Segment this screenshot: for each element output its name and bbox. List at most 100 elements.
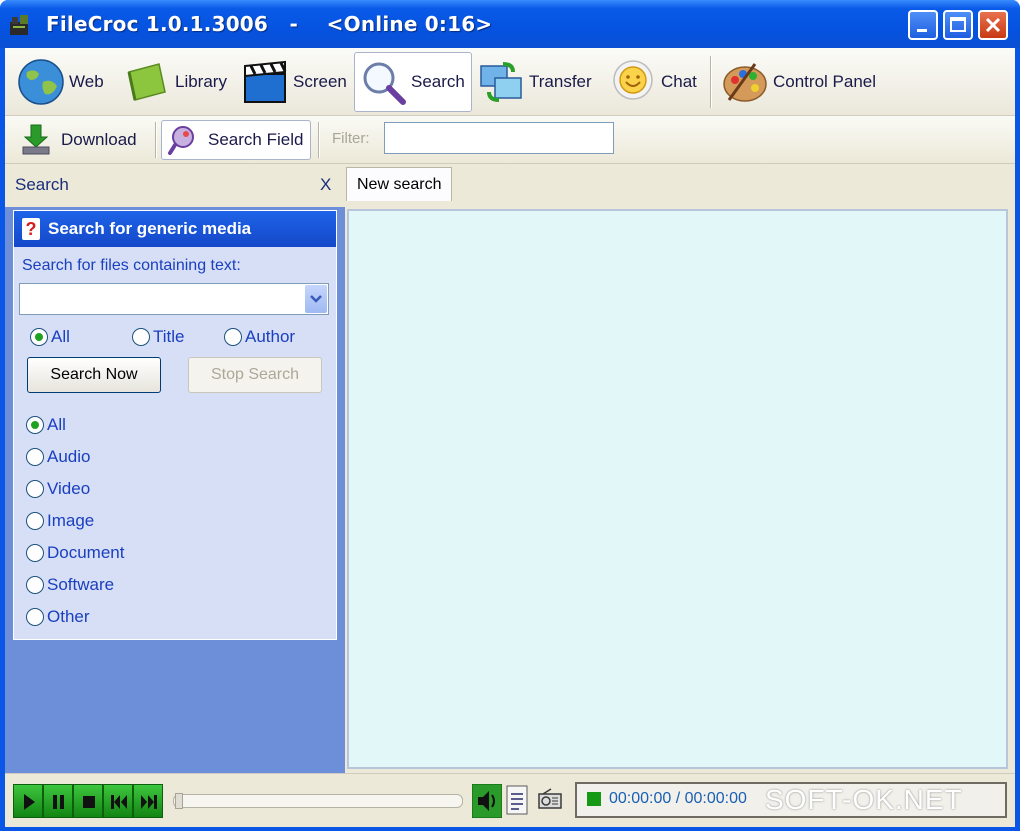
client-area: Web Library Screen Search Transfer Chat … xyxy=(5,48,1015,827)
radio-icon xyxy=(132,328,150,346)
toolbar-web-button[interactable]: Web xyxy=(17,52,104,112)
combobox-dropdown-button[interactable] xyxy=(305,285,327,313)
app-window: FileCroc 1.0.1.3006 - <Online 0:16> Web xyxy=(0,0,1020,831)
toolbar-label: Transfer xyxy=(529,72,592,91)
download-label: Download xyxy=(61,130,137,149)
transfer-icon xyxy=(480,62,522,102)
radio-icon xyxy=(26,544,44,562)
search-field-button[interactable]: Search Field xyxy=(161,120,311,160)
previous-button[interactable] xyxy=(103,784,133,818)
media-audio-label: Audio xyxy=(47,447,91,466)
title-bar[interactable]: FileCroc 1.0.1.3006 - <Online 0:16> xyxy=(0,0,1020,48)
media-image-radio[interactable]: Image xyxy=(26,511,94,531)
volume-icon[interactable] xyxy=(472,784,502,818)
app-icon xyxy=(10,15,28,35)
toolbar-separator xyxy=(710,56,712,108)
media-other-label: Other xyxy=(47,607,90,626)
radio-icon xyxy=(224,328,242,346)
download-button[interactable]: Download xyxy=(19,120,137,160)
scope-author-label: Author xyxy=(245,327,296,346)
radio-icon xyxy=(26,480,44,498)
clapperboard-icon xyxy=(244,60,287,103)
close-icon xyxy=(985,17,1001,33)
status-indicator xyxy=(587,792,601,806)
palette-icon xyxy=(723,63,767,102)
media-software-radio[interactable]: Software xyxy=(26,575,114,595)
media-video-label: Video xyxy=(47,479,91,498)
radio-icon xyxy=(26,512,44,530)
tab-new-search[interactable]: New search xyxy=(346,167,453,201)
seek-slider-handle[interactable] xyxy=(175,793,183,809)
next-button[interactable] xyxy=(133,784,163,818)
stop-search-button[interactable]: Stop Search xyxy=(188,357,322,393)
toolbar-screen-button[interactable]: Screen xyxy=(241,52,347,112)
search-panel-title: Search xyxy=(15,175,69,194)
seek-slider[interactable] xyxy=(173,793,463,809)
media-document-radio[interactable]: Document xyxy=(26,543,124,563)
scope-title-radio[interactable]: Title xyxy=(132,327,185,347)
toolbar-label: Control Panel xyxy=(773,72,877,91)
radio-icon[interactable] xyxy=(537,788,563,812)
search-text-combobox[interactable] xyxy=(19,283,329,315)
search-box: ? Search for generic media Search for fi… xyxy=(13,210,337,640)
toolbar-label: Search xyxy=(411,72,465,91)
play-icon xyxy=(24,794,35,810)
search-field-label: Search Field xyxy=(208,130,304,149)
search-panel-header: Search X xyxy=(5,165,341,207)
toolbar-separator xyxy=(318,122,320,158)
download-icon xyxy=(22,124,50,155)
secondary-toolbar: Download Search Field Filter: xyxy=(5,116,1015,164)
search-panel-close-button[interactable]: X xyxy=(320,175,331,195)
media-video-radio[interactable]: Video xyxy=(26,479,90,499)
magnifier-icon xyxy=(363,62,406,105)
radio-icon xyxy=(30,328,48,346)
scope-title-label: Title xyxy=(153,327,185,346)
search-box-title: ? Search for generic media xyxy=(14,211,336,247)
close-button[interactable] xyxy=(978,10,1008,40)
toolbar-chat-button[interactable]: Chat xyxy=(609,52,697,112)
radio-icon xyxy=(26,576,44,594)
window-title: FileCroc 1.0.1.3006 - <Online 0:16> xyxy=(46,12,493,36)
media-audio-radio[interactable]: Audio xyxy=(26,447,90,467)
time-readout: 00:00:00 / 00:00:00 xyxy=(609,790,747,807)
media-other-radio[interactable]: Other xyxy=(26,607,90,627)
stop-button[interactable] xyxy=(73,784,103,818)
search-text-label: Search for files containing text: xyxy=(22,257,241,274)
pause-button[interactable] xyxy=(43,784,73,818)
toolbar-control-panel-button[interactable]: Control Panel xyxy=(721,52,876,112)
toolbar-label: Chat xyxy=(661,72,697,91)
toolbar-library-button[interactable]: Library xyxy=(123,52,227,112)
media-document-label: Document xyxy=(47,543,125,562)
play-button[interactable] xyxy=(13,784,43,818)
scope-author-radio[interactable]: Author xyxy=(224,327,295,347)
main-toolbar: Web Library Screen Search Transfer Chat … xyxy=(5,48,1015,116)
scope-all-radio[interactable]: All xyxy=(30,327,70,347)
toolbar-label: Screen xyxy=(293,72,347,91)
search-now-button[interactable]: Search Now xyxy=(27,357,161,393)
search-text-input[interactable] xyxy=(22,286,300,312)
toolbar-search-button[interactable]: Search xyxy=(354,52,472,112)
search-field-icon xyxy=(168,126,194,155)
filter-input[interactable] xyxy=(384,122,614,154)
filter-label: Filter: xyxy=(332,130,370,147)
toolbar-label: Library xyxy=(175,72,227,91)
smiley-icon xyxy=(613,60,653,100)
pause-icon xyxy=(53,795,64,809)
next-icon xyxy=(141,795,157,809)
help-icon[interactable]: ? xyxy=(22,218,40,240)
search-results-area[interactable] xyxy=(347,209,1008,769)
maximize-button[interactable] xyxy=(943,10,973,40)
media-all-radio[interactable]: All xyxy=(26,415,66,435)
media-all-label: All xyxy=(47,415,66,434)
radio-icon xyxy=(26,608,44,626)
radio-icon xyxy=(26,416,44,434)
toolbar-label: Web xyxy=(69,72,104,91)
toolbar-transfer-button[interactable]: Transfer xyxy=(477,52,592,112)
maximize-icon xyxy=(950,17,966,32)
toolbar-separator xyxy=(155,122,157,158)
globe-icon xyxy=(18,59,64,105)
playlist-icon[interactable] xyxy=(505,784,531,818)
search-box-title-text: Search for generic media xyxy=(48,219,252,238)
minimize-button[interactable] xyxy=(908,10,938,40)
radio-icon xyxy=(26,448,44,466)
